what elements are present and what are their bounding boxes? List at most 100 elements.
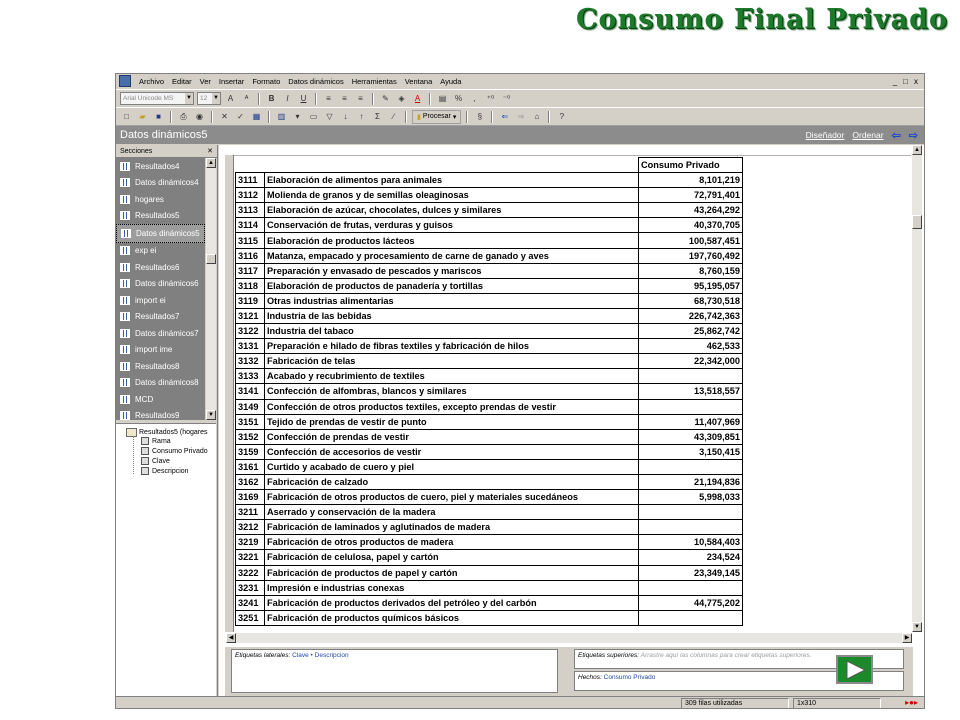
- table-row[interactable]: 3219 Fabricación de otros productos de ma…: [235, 534, 743, 551]
- table-row[interactable]: 3119 Otras industrias alimentarias 68,730,…: [235, 292, 743, 309]
- scroll-down-icon[interactable]: ▼: [206, 410, 216, 420]
- table-row[interactable]: 3117 Preparación y envasado de pescados y…: [235, 262, 743, 279]
- description-cell[interactable]: Acabado y recubrimiento de textiles: [264, 368, 639, 385]
- menu-formato[interactable]: Formato: [248, 77, 284, 86]
- table-row[interactable]: 3212 Fabricación de laminados y aglutinad…: [235, 519, 743, 536]
- currency-icon[interactable]: ▤: [436, 93, 449, 105]
- font-grow-icon[interactable]: A: [224, 93, 237, 105]
- value-cell[interactable]: [638, 458, 743, 475]
- restore-button[interactable]: □: [903, 77, 908, 86]
- close-icon[interactable]: ✕: [207, 147, 213, 155]
- code-cell[interactable]: 3131: [235, 338, 265, 355]
- open-folder-icon[interactable]: ▰: [136, 111, 149, 123]
- description-cell[interactable]: Molienda de granos y de semillas oleagin…: [264, 187, 639, 204]
- scroll-thumb[interactable]: [206, 254, 216, 264]
- description-cell[interactable]: Preparación e hilado de fibras textiles …: [264, 338, 639, 355]
- menu-insertar[interactable]: Insertar: [215, 77, 248, 86]
- column-header[interactable]: Consumo Privado: [638, 156, 743, 174]
- italic-icon[interactable]: I: [281, 93, 294, 105]
- value-cell[interactable]: 197,760,492: [638, 247, 743, 264]
- value-cell[interactable]: [638, 519, 743, 536]
- fill-color-icon[interactable]: ◈: [395, 93, 408, 105]
- value-cell[interactable]: 40,370,705: [638, 217, 743, 234]
- code-cell[interactable]: 3169: [235, 489, 265, 506]
- code-cell[interactable]: 3221: [235, 549, 265, 566]
- code-cell[interactable]: 3115: [235, 232, 265, 249]
- description-cell[interactable]: Fabricación de otros productos de madera: [264, 534, 639, 551]
- pivot-icon[interactable]: ▥: [275, 111, 288, 123]
- table-row[interactable]: 3162 Fabricación de calzado 21,194,836: [235, 473, 743, 491]
- code-cell[interactable]: 3152: [235, 428, 265, 445]
- filter-icon[interactable]: ▽: [323, 111, 336, 123]
- code-cell[interactable]: 3132: [235, 353, 265, 370]
- description-cell[interactable]: Confección de prendas de vestir: [264, 428, 639, 445]
- side-label-field[interactable]: Clave: [292, 652, 309, 659]
- section-item[interactable]: Resultados5: [116, 208, 205, 225]
- description-cell[interactable]: Industria del tabaco: [264, 323, 639, 340]
- table-row[interactable]: 3251 Fabricación de productos químicos bá…: [235, 609, 743, 626]
- code-cell[interactable]: 3117: [235, 262, 265, 279]
- value-cell[interactable]: [638, 368, 743, 385]
- value-cell[interactable]: [638, 398, 743, 415]
- description-cell[interactable]: Confección de alfombras, blancos y simil…: [264, 383, 639, 400]
- scroll-right-icon[interactable]: ▶: [902, 633, 912, 643]
- code-cell[interactable]: 3251: [235, 609, 265, 626]
- tree-item[interactable]: Descripcion: [141, 467, 189, 475]
- code-cell[interactable]: 3211: [235, 504, 265, 521]
- side-label-field[interactable]: Descripcion: [315, 652, 349, 659]
- table-row[interactable]: 3169 Fabricación de otros productos de cu…: [235, 489, 743, 506]
- section-item[interactable]: exp ei: [116, 243, 205, 260]
- value-cell[interactable]: 5,998,033: [638, 489, 743, 506]
- table-row[interactable]: 3149 Confección de otros productos textil…: [235, 398, 743, 415]
- description-cell[interactable]: Elaboración de productos de panadería y …: [264, 277, 639, 294]
- code-cell[interactable]: 3219: [235, 534, 265, 551]
- value-cell[interactable]: 462,533: [638, 338, 743, 355]
- value-cell[interactable]: 68,730,518: [638, 292, 743, 309]
- value-cell[interactable]: 3,150,415: [638, 443, 743, 460]
- table-row[interactable]: 3159 Confección de accesorios de vestir 3,…: [235, 443, 743, 460]
- section-item[interactable]: Datos dinámicos7: [116, 325, 205, 342]
- value-cell[interactable]: 226,742,363: [638, 307, 743, 325]
- description-cell[interactable]: Fabricación de productos derivados del p…: [264, 594, 639, 611]
- table-row[interactable]: 3151 Tejido de prendas de vestir de punto…: [235, 413, 743, 430]
- section-item[interactable]: Datos dinámicos6: [116, 276, 205, 293]
- delete-icon[interactable]: ✕: [218, 111, 231, 123]
- description-cell[interactable]: Fabricación de celulosa, papel y cartón: [264, 549, 639, 566]
- menu-ayuda[interactable]: Ayuda: [436, 77, 465, 86]
- order-link[interactable]: Ordenar: [852, 130, 883, 140]
- table-row[interactable]: 3111 Elaboración de alimentos para animal…: [235, 172, 743, 189]
- back-arrow-icon[interactable]: ⇐: [498, 111, 511, 123]
- underline-icon[interactable]: U: [297, 93, 310, 105]
- designer-link[interactable]: Diseñador: [806, 130, 845, 140]
- table-view-icon[interactable]: ▦: [250, 111, 263, 123]
- value-cell[interactable]: 8,101,219: [638, 172, 743, 189]
- sort-descending-icon[interactable]: ↑: [355, 111, 368, 123]
- code-cell[interactable]: 3116: [235, 247, 265, 264]
- side-labels-box[interactable]: Etiquetas laterales: Clave • Descripcion: [231, 649, 558, 693]
- scroll-up-icon[interactable]: ▲: [206, 158, 216, 168]
- table-row[interactable]: 3133 Acabado y recubrimiento de textiles: [235, 368, 743, 385]
- code-cell[interactable]: 3212: [235, 519, 265, 536]
- forward-arrow-icon[interactable]: ⇒: [514, 111, 527, 123]
- value-cell[interactable]: [638, 579, 743, 596]
- code-cell[interactable]: 3231: [235, 579, 265, 596]
- grid-icon[interactable]: ▭: [307, 111, 320, 123]
- description-cell[interactable]: Elaboración de alimentos para animales: [264, 172, 639, 189]
- font-shrink-icon[interactable]: ᴬ: [240, 93, 253, 105]
- section-item[interactable]: Datos dinámicos4: [116, 175, 205, 192]
- value-cell[interactable]: 100,587,451: [638, 232, 743, 249]
- code-cell[interactable]: 3113: [235, 202, 265, 219]
- table-row[interactable]: 3114 Conservación de frutas, verduras y g…: [235, 217, 743, 234]
- table-row[interactable]: 3131 Preparación e hilado de fibras texti…: [235, 338, 743, 355]
- close-window-button[interactable]: x: [914, 77, 918, 86]
- code-cell[interactable]: 3133: [235, 368, 265, 385]
- bold-icon[interactable]: B: [265, 93, 278, 105]
- section-item[interactable]: import ei: [116, 292, 205, 309]
- edit-icon[interactable]: ∕: [387, 111, 400, 123]
- section-item[interactable]: Resultados4: [116, 158, 205, 175]
- value-cell[interactable]: [638, 504, 743, 521]
- procesar-button[interactable]: ▮ Procesar ▾: [412, 109, 462, 124]
- section-item[interactable]: Datos dinámicos8: [116, 375, 205, 392]
- description-cell[interactable]: Industria de las bebidas: [264, 307, 639, 325]
- table-row[interactable]: 3113 Elaboración de azúcar, chocolates, d…: [235, 202, 743, 219]
